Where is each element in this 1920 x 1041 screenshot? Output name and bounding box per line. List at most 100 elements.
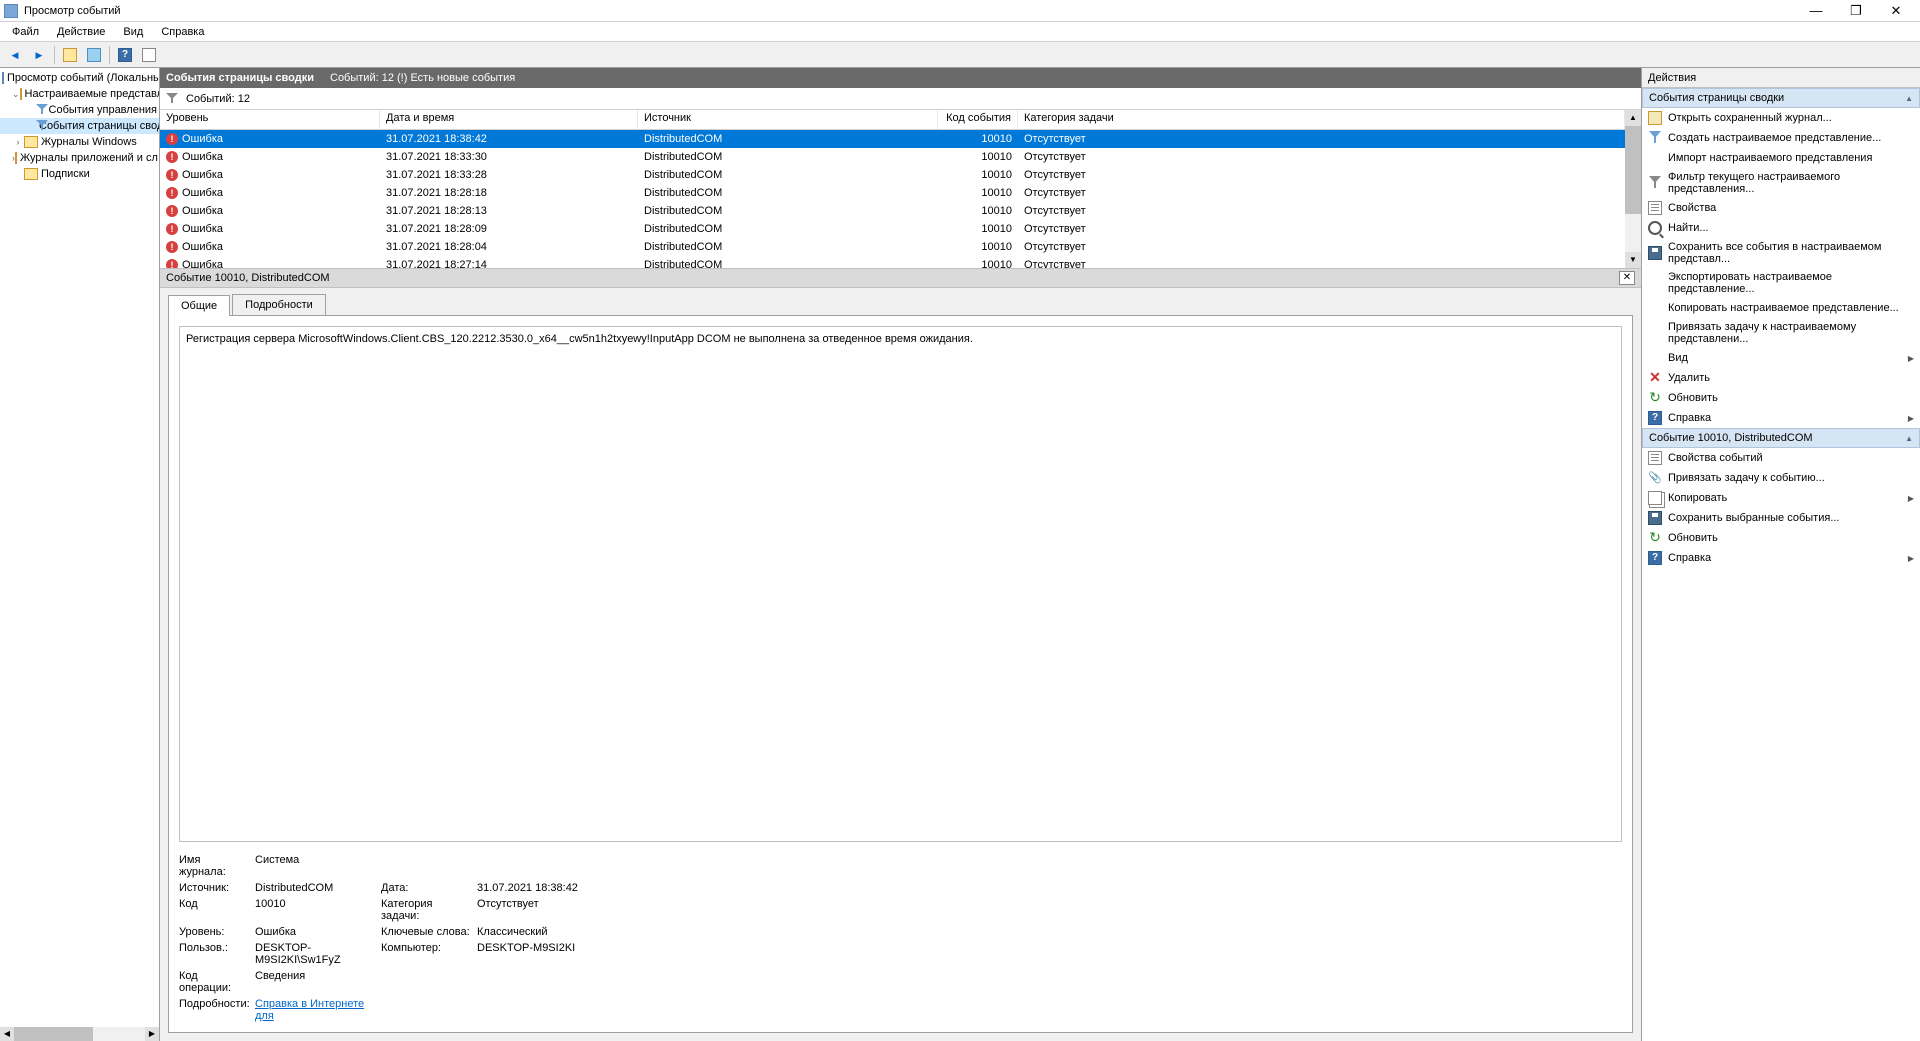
- action-item[interactable]: Копировать настраиваемое представление..…: [1642, 298, 1920, 318]
- chevron-up-icon: [1905, 432, 1913, 444]
- col-date[interactable]: Дата и время: [380, 110, 638, 129]
- action-item[interactable]: Свойства: [1642, 198, 1920, 218]
- tree-toggle-icon[interactable]: ⌄: [12, 89, 20, 100]
- toolbar-btn-3[interactable]: [138, 44, 160, 66]
- table-row[interactable]: !Ошибка31.07.2021 18:38:42DistributedCOM…: [160, 130, 1625, 148]
- action-label: Справка: [1668, 412, 1902, 424]
- actions-list-2: Свойства событийПривязать задачу к событ…: [1642, 448, 1920, 568]
- action-item[interactable]: Привязать задачу к настраиваемому предст…: [1642, 318, 1920, 348]
- tree-admin-events[interactable]: События управления: [0, 102, 159, 118]
- filter-icon: [1648, 131, 1662, 145]
- val-date: 31.07.2021 18:38:42: [477, 882, 677, 894]
- submenu-arrow-icon: [1908, 412, 1914, 424]
- val-computer: DESKTOP-M9SI2KI: [477, 942, 677, 966]
- scroll-thumb[interactable]: [14, 1027, 93, 1041]
- table-row[interactable]: !Ошибка31.07.2021 18:27:14DistributedCOM…: [160, 256, 1625, 268]
- action-item[interactable]: Создать настраиваемое представление...: [1642, 128, 1920, 148]
- table-row[interactable]: !Ошибка31.07.2021 18:28:09DistributedCOM…: [160, 220, 1625, 238]
- tree-windows-logs[interactable]: › Журналы Windows: [0, 134, 159, 150]
- scroll-right-button[interactable]: ▶: [145, 1027, 159, 1041]
- action-label: Экспортировать настраиваемое представлен…: [1668, 271, 1914, 295]
- menu-view[interactable]: Вид: [115, 24, 151, 40]
- menu-help[interactable]: Справка: [153, 24, 212, 40]
- tree-subscriptions[interactable]: Подписки: [0, 166, 159, 182]
- table-vscrollbar[interactable]: ▲ ▼: [1625, 110, 1641, 268]
- nav-forward-button[interactable]: [28, 44, 50, 66]
- error-icon: !: [166, 223, 178, 235]
- detail-close-button[interactable]: ✕: [1619, 271, 1635, 285]
- cell-level: Ошибка: [182, 259, 223, 268]
- toolbar-help-button[interactable]: ?: [114, 44, 136, 66]
- action-item[interactable]: Свойства событий: [1642, 448, 1920, 468]
- tab-details[interactable]: Подробности: [232, 294, 326, 315]
- col-code[interactable]: Код события: [938, 110, 1018, 129]
- scroll-up-button[interactable]: ▲: [1625, 110, 1641, 126]
- table-row[interactable]: !Ошибка31.07.2021 18:28:13DistributedCOM…: [160, 202, 1625, 220]
- minimize-button[interactable]: —: [1796, 0, 1836, 22]
- tree-toggle-icon[interactable]: ›: [12, 137, 24, 147]
- cell-date: 31.07.2021 18:38:42: [380, 133, 638, 145]
- detail-pane: Событие 10010, DistributedCOM ✕ Общие По…: [160, 268, 1641, 1041]
- cell-code: 10010: [938, 259, 1018, 268]
- menu-file[interactable]: Файл: [4, 24, 47, 40]
- tree-summary-events[interactable]: События страницы свод: [0, 118, 159, 134]
- scroll-thumb[interactable]: [1625, 126, 1641, 214]
- action-item[interactable]: Сохранить выбранные события...: [1642, 508, 1920, 528]
- table-row[interactable]: !Ошибка31.07.2021 18:33:30DistributedCOM…: [160, 148, 1625, 166]
- actions-section-2-head[interactable]: Событие 10010, DistributedCOM: [1642, 428, 1920, 448]
- tree-hscrollbar[interactable]: ◀ ▶: [0, 1027, 159, 1041]
- table-row[interactable]: !Ошибка31.07.2021 18:28:18DistributedCOM…: [160, 184, 1625, 202]
- action-item[interactable]: Обновить: [1642, 388, 1920, 408]
- scroll-left-button[interactable]: ◀: [0, 1027, 14, 1041]
- maximize-button[interactable]: ❐: [1836, 0, 1876, 22]
- blank-icon: [1648, 351, 1662, 365]
- action-item[interactable]: Сохранить все события в настраиваемом пр…: [1642, 238, 1920, 268]
- action-label: Вид: [1668, 352, 1902, 364]
- cell-date: 31.07.2021 18:33:30: [380, 151, 638, 163]
- scroll-track[interactable]: [14, 1027, 145, 1041]
- action-item[interactable]: Справка: [1642, 408, 1920, 428]
- action-item[interactable]: Открыть сохраненный журнал...: [1642, 108, 1920, 128]
- action-item[interactable]: Обновить: [1642, 528, 1920, 548]
- action-item[interactable]: Справка: [1642, 548, 1920, 568]
- pane-icon: [87, 48, 101, 62]
- menu-action[interactable]: Действие: [49, 24, 113, 40]
- toolbar-btn-1[interactable]: [59, 44, 81, 66]
- col-level[interactable]: Уровень: [160, 110, 380, 129]
- action-item[interactable]: Удалить: [1642, 368, 1920, 388]
- cell-level: Ошибка: [182, 241, 223, 253]
- nav-back-button[interactable]: [4, 44, 26, 66]
- action-item[interactable]: Импорт настраиваемого представления: [1642, 148, 1920, 168]
- table-row[interactable]: !Ошибка31.07.2021 18:33:28DistributedCOM…: [160, 166, 1625, 184]
- toolbar-btn-2[interactable]: [83, 44, 105, 66]
- lbl-date: Дата:: [381, 882, 471, 894]
- cell-task: Отсутствует: [1018, 169, 1625, 181]
- actions-section-1-head[interactable]: События страницы сводки: [1642, 88, 1920, 108]
- action-item[interactable]: Копировать: [1642, 488, 1920, 508]
- action-item[interactable]: Вид: [1642, 348, 1920, 368]
- val-more-info-link[interactable]: Справка в Интернете для: [255, 998, 375, 1022]
- action-item[interactable]: Экспортировать настраиваемое представлен…: [1642, 268, 1920, 298]
- table-row[interactable]: !Ошибка31.07.2021 18:28:04DistributedCOM…: [160, 238, 1625, 256]
- action-item[interactable]: Привязать задачу к событию...: [1642, 468, 1920, 488]
- main-area: Просмотр событий (Локальны ⌄ Настраиваем…: [0, 68, 1920, 1041]
- close-button[interactable]: ✕: [1876, 0, 1916, 22]
- folder-icon: [63, 48, 77, 62]
- table-header: Уровень Дата и время Источник Код событи…: [160, 110, 1625, 130]
- action-item[interactable]: Фильтр текущего настраиваемого представл…: [1642, 168, 1920, 198]
- tab-general[interactable]: Общие: [168, 295, 230, 316]
- scroll-down-button[interactable]: ▼: [1625, 252, 1641, 268]
- help-icon: ?: [118, 48, 132, 62]
- detail-grid: Имя журнала: Система Источник: Distribut…: [179, 854, 1622, 1022]
- tree-app-logs[interactable]: › Журналы приложений и сл: [0, 150, 159, 166]
- tree-custom-views[interactable]: ⌄ Настраиваемые представл: [0, 86, 159, 102]
- attach-icon: [1648, 471, 1662, 485]
- cell-code: 10010: [938, 187, 1018, 199]
- center-header: События страницы сводки Событий: 12 (!) …: [160, 68, 1641, 88]
- col-task[interactable]: Категория задачи: [1018, 110, 1625, 129]
- tree-root[interactable]: Просмотр событий (Локальны: [0, 70, 159, 86]
- scroll-track[interactable]: [1625, 126, 1641, 252]
- action-item[interactable]: Найти...: [1642, 218, 1920, 238]
- col-source[interactable]: Источник: [638, 110, 938, 129]
- val-task: Отсутствует: [477, 898, 677, 922]
